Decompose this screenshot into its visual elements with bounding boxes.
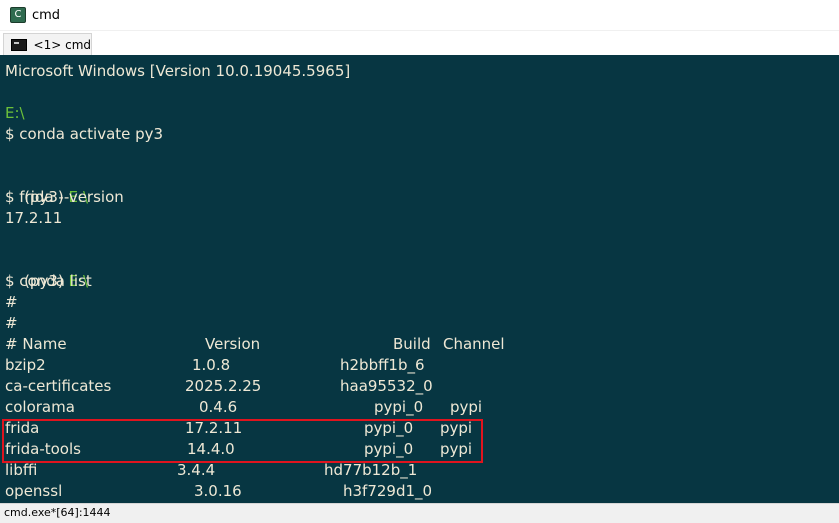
console-emulator-icon: C — [10, 7, 26, 23]
console-icon — [11, 38, 27, 51]
package-name: frida — [5, 419, 40, 437]
title-bar: C cmd — [0, 0, 839, 31]
package-version: 3.0.16 — [194, 482, 242, 500]
package-name: libffi — [5, 461, 38, 479]
package-version: 14.4.0 — [187, 440, 235, 458]
table-row: colorama 0.4.6 pypi_0 pypi — [5, 397, 825, 418]
status-text: cmd.exe*[64]:1444 — [4, 506, 111, 519]
package-channel: pypi — [450, 398, 483, 416]
window-title: cmd — [32, 7, 61, 23]
package-name: colorama — [5, 398, 75, 416]
package-build: pypi_0 — [364, 440, 414, 458]
package-name: ca-certificates — [5, 377, 112, 395]
command-line: $ conda activate py3 — [5, 125, 164, 143]
table-header: # Name Version Build Channel — [5, 334, 825, 355]
table-row: libffi 3.4.4 hd77b12b_1 — [5, 460, 825, 481]
package-build: hd77b12b_1 — [324, 461, 418, 479]
package-build: pypi_0 — [364, 419, 414, 437]
package-build: haa95532_0 — [340, 377, 433, 395]
prompt-line: (py3) E:\ — [5, 166, 88, 206]
tab-bar: <1> cmd — [0, 31, 839, 55]
command-output: 17.2.11 — [5, 209, 63, 227]
package-version: 1.0.8 — [192, 356, 231, 374]
table-row: ca-certificates 2025.2.25 haa95532_0 — [5, 376, 825, 397]
package-build: h3f729d1_0 — [343, 482, 433, 500]
comment-line: # — [5, 314, 18, 332]
command-line: $ frida --version — [5, 188, 124, 206]
package-name: openssl — [5, 482, 63, 500]
package-build: h2bbff1b_6 — [340, 356, 425, 374]
package-build: pypi_0 — [374, 398, 424, 416]
prompt-path: E:\ — [5, 104, 25, 122]
header-line: Microsoft Windows [Version 10.0.19045.59… — [5, 62, 351, 80]
command-line: $ conda list — [5, 272, 92, 290]
status-bar: cmd.exe*[64]:1444 — [0, 503, 839, 523]
tab-cmd[interactable]: <1> cmd — [3, 33, 92, 55]
console-output[interactable]: Microsoft Windows [Version 10.0.19045.59… — [0, 55, 839, 503]
column-name: # Name — [5, 335, 67, 353]
column-version: Version — [205, 335, 261, 353]
comment-line: # — [5, 293, 18, 311]
package-name: bzip2 — [5, 356, 46, 374]
column-channel: Channel — [443, 335, 505, 353]
package-version: 2025.2.25 — [185, 377, 262, 395]
column-build: Build — [393, 335, 431, 353]
package-version: 17.2.11 — [185, 419, 243, 437]
table-row: bzip2 1.0.8 h2bbff1b_6 — [5, 355, 825, 376]
table-row: frida-tools 14.4.0 pypi_0 pypi — [5, 439, 825, 460]
table-row: openssl 3.0.16 h3f729d1_0 — [5, 481, 825, 502]
package-version: 3.4.4 — [177, 461, 216, 479]
package-channel: pypi — [440, 440, 473, 458]
package-version: 0.4.6 — [199, 398, 238, 416]
table-row: frida 17.2.11 pypi_0 pypi — [5, 418, 825, 439]
package-name: frida-tools — [5, 440, 81, 458]
prompt-line: (py3) E:\ — [5, 250, 88, 290]
package-channel: pypi — [440, 419, 473, 437]
tab-label: <1> cmd — [33, 37, 91, 52]
